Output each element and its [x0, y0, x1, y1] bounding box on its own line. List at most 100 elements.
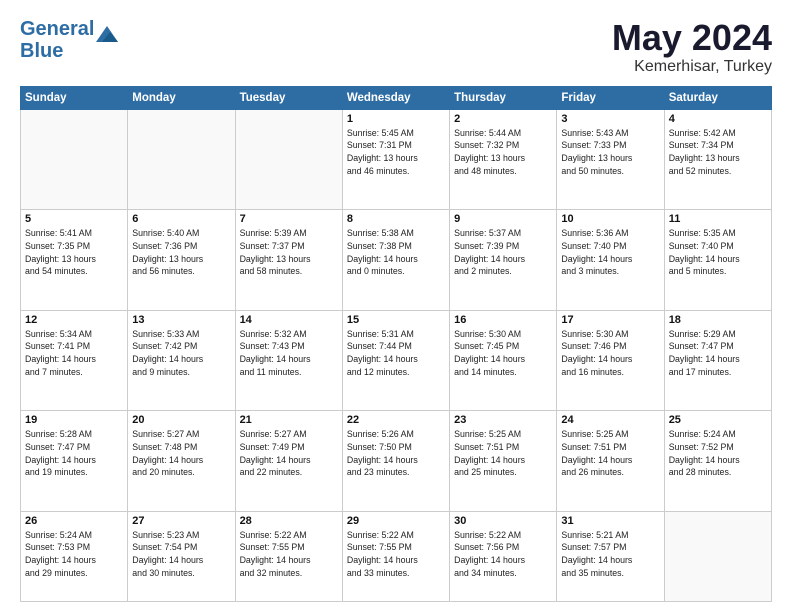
day-cell: 4Sunrise: 5:42 AM Sunset: 7:34 PM Daylig… [664, 109, 771, 209]
day-info: Sunrise: 5:42 AM Sunset: 7:34 PM Dayligh… [669, 127, 767, 178]
day-info: Sunrise: 5:22 AM Sunset: 7:55 PM Dayligh… [240, 529, 338, 580]
week-row-5: 26 Sunrise: 5:24 AM Sunset: 7:53 PM Dayli… [21, 511, 772, 601]
day-info: Sunrise: 5:40 AM Sunset: 7:36 PM Dayligh… [132, 227, 230, 278]
day-cell: 31 Sunrise: 5:21 AM Sunset: 7:57 PM Dayli… [557, 511, 664, 601]
week-row-4: 19Sunrise: 5:28 AM Sunset: 7:47 PM Dayli… [21, 411, 772, 511]
day-number: 25 [669, 414, 767, 426]
month-year: May 2024 [612, 18, 772, 58]
day-info: Sunrise: 5:36 AM Sunset: 7:40 PM Dayligh… [561, 227, 659, 278]
day-info: Sunrise: 5:39 AM Sunset: 7:37 PM Dayligh… [240, 227, 338, 278]
calendar-page: GeneralBlue May 2024 Kemerhisar, Turkey … [0, 0, 792, 612]
day-number: 31 [561, 515, 659, 527]
day-cell: 8 Sunrise: 5:38 AM Sunset: 7:38 PM Daylig… [342, 210, 449, 310]
day-cell: 14 Sunrise: 5:32 AM Sunset: 7:43 PM Dayli… [235, 310, 342, 410]
day-info: Sunrise: 5:25 AM Sunset: 7:51 PM Dayligh… [454, 428, 552, 479]
day-number: 23 [454, 414, 552, 426]
day-cell: 7 Sunrise: 5:39 AM Sunset: 7:37 PM Daylig… [235, 210, 342, 310]
day-cell: 27Sunrise: 5:23 AM Sunset: 7:54 PM Dayli… [128, 511, 235, 601]
day-info: Sunrise: 5:44 AM Sunset: 7:32 PM Dayligh… [454, 127, 552, 178]
day-info: Sunrise: 5:22 AM Sunset: 7:55 PM Dayligh… [347, 529, 445, 580]
col-header-thursday: Thursday [450, 86, 557, 109]
day-cell: 6 Sunrise: 5:40 AM Sunset: 7:36 PM Daylig… [128, 210, 235, 310]
day-cell: 20Sunrise: 5:27 AM Sunset: 7:48 PM Dayli… [128, 411, 235, 511]
title-block: May 2024 Kemerhisar, Turkey [612, 18, 772, 76]
day-number: 5 [25, 213, 123, 225]
col-header-sunday: Sunday [21, 86, 128, 109]
day-cell [664, 511, 771, 601]
day-info: Sunrise: 5:22 AM Sunset: 7:56 PM Dayligh… [454, 529, 552, 580]
day-info: Sunrise: 5:31 AM Sunset: 7:44 PM Dayligh… [347, 328, 445, 379]
day-number: 14 [240, 314, 338, 326]
day-info: Sunrise: 5:25 AM Sunset: 7:51 PM Dayligh… [561, 428, 659, 479]
day-cell [128, 109, 235, 209]
day-cell: 3Sunrise: 5:43 AM Sunset: 7:33 PM Daylig… [557, 109, 664, 209]
day-info: Sunrise: 5:30 AM Sunset: 7:45 PM Dayligh… [454, 328, 552, 379]
day-cell: 2 Sunrise: 5:44 AM Sunset: 7:32 PM Daylig… [450, 109, 557, 209]
day-info: Sunrise: 5:35 AM Sunset: 7:40 PM Dayligh… [669, 227, 767, 278]
logo-icon [96, 24, 118, 46]
header-row: SundayMondayTuesdayWednesdayThursdayFrid… [21, 86, 772, 109]
day-cell: 5 Sunrise: 5:41 AM Sunset: 7:35 PM Daylig… [21, 210, 128, 310]
day-cell: 22Sunrise: 5:26 AM Sunset: 7:50 PM Dayli… [342, 411, 449, 511]
day-info: Sunrise: 5:21 AM Sunset: 7:57 PM Dayligh… [561, 529, 659, 580]
day-number: 17 [561, 314, 659, 326]
day-number: 11 [669, 213, 767, 225]
day-cell: 26 Sunrise: 5:24 AM Sunset: 7:53 PM Dayli… [21, 511, 128, 601]
day-info: Sunrise: 5:37 AM Sunset: 7:39 PM Dayligh… [454, 227, 552, 278]
day-number: 10 [561, 213, 659, 225]
day-info: Sunrise: 5:30 AM Sunset: 7:46 PM Dayligh… [561, 328, 659, 379]
day-number: 13 [132, 314, 230, 326]
day-number: 18 [669, 314, 767, 326]
day-info: Sunrise: 5:34 AM Sunset: 7:41 PM Dayligh… [25, 328, 123, 379]
day-number: 21 [240, 414, 338, 426]
day-number: 2 [454, 113, 552, 125]
col-header-tuesday: Tuesday [235, 86, 342, 109]
day-number: 6 [132, 213, 230, 225]
day-cell: 30 Sunrise: 5:22 AM Sunset: 7:56 PM Dayli… [450, 511, 557, 601]
location: Kemerhisar, Turkey [612, 58, 772, 76]
week-row-1: 1 Sunrise: 5:45 AM Sunset: 7:31 PM Daylig… [21, 109, 772, 209]
logo-text: GeneralBlue [20, 18, 94, 62]
day-number: 28 [240, 515, 338, 527]
col-header-friday: Friday [557, 86, 664, 109]
day-info: Sunrise: 5:41 AM Sunset: 7:35 PM Dayligh… [25, 227, 123, 278]
day-cell: 11 Sunrise: 5:35 AM Sunset: 7:40 PM Dayli… [664, 210, 771, 310]
day-number: 16 [454, 314, 552, 326]
day-number: 1 [347, 113, 445, 125]
day-info: Sunrise: 5:24 AM Sunset: 7:53 PM Dayligh… [25, 529, 123, 580]
day-cell: 15 Sunrise: 5:31 AM Sunset: 7:44 PM Dayli… [342, 310, 449, 410]
day-number: 9 [454, 213, 552, 225]
day-info: Sunrise: 5:38 AM Sunset: 7:38 PM Dayligh… [347, 227, 445, 278]
day-number: 7 [240, 213, 338, 225]
day-info: Sunrise: 5:27 AM Sunset: 7:49 PM Dayligh… [240, 428, 338, 479]
day-number: 12 [25, 314, 123, 326]
col-header-wednesday: Wednesday [342, 86, 449, 109]
day-cell: 25 Sunrise: 5:24 AM Sunset: 7:52 PM Dayli… [664, 411, 771, 511]
day-info: Sunrise: 5:27 AM Sunset: 7:48 PM Dayligh… [132, 428, 230, 479]
day-cell: 24Sunrise: 5:25 AM Sunset: 7:51 PM Dayli… [557, 411, 664, 511]
day-cell: 19Sunrise: 5:28 AM Sunset: 7:47 PM Dayli… [21, 411, 128, 511]
day-info: Sunrise: 5:45 AM Sunset: 7:31 PM Dayligh… [347, 127, 445, 178]
day-number: 15 [347, 314, 445, 326]
day-cell: 21 Sunrise: 5:27 AM Sunset: 7:49 PM Dayli… [235, 411, 342, 511]
day-info: Sunrise: 5:28 AM Sunset: 7:47 PM Dayligh… [25, 428, 123, 479]
day-cell [235, 109, 342, 209]
day-number: 30 [454, 515, 552, 527]
week-row-2: 5 Sunrise: 5:41 AM Sunset: 7:35 PM Daylig… [21, 210, 772, 310]
day-cell: 17 Sunrise: 5:30 AM Sunset: 7:46 PM Dayli… [557, 310, 664, 410]
day-number: 26 [25, 515, 123, 527]
day-cell: 1 Sunrise: 5:45 AM Sunset: 7:31 PM Daylig… [342, 109, 449, 209]
day-cell: 12 Sunrise: 5:34 AM Sunset: 7:41 PM Dayli… [21, 310, 128, 410]
day-info: Sunrise: 5:24 AM Sunset: 7:52 PM Dayligh… [669, 428, 767, 479]
day-cell: 13Sunrise: 5:33 AM Sunset: 7:42 PM Dayli… [128, 310, 235, 410]
col-header-saturday: Saturday [664, 86, 771, 109]
day-number: 8 [347, 213, 445, 225]
day-info: Sunrise: 5:43 AM Sunset: 7:33 PM Dayligh… [561, 127, 659, 178]
col-header-monday: Monday [128, 86, 235, 109]
day-info: Sunrise: 5:23 AM Sunset: 7:54 PM Dayligh… [132, 529, 230, 580]
day-info: Sunrise: 5:32 AM Sunset: 7:43 PM Dayligh… [240, 328, 338, 379]
day-cell: 29Sunrise: 5:22 AM Sunset: 7:55 PM Dayli… [342, 511, 449, 601]
day-cell: 9 Sunrise: 5:37 AM Sunset: 7:39 PM Daylig… [450, 210, 557, 310]
day-cell: 18Sunrise: 5:29 AM Sunset: 7:47 PM Dayli… [664, 310, 771, 410]
week-row-3: 12 Sunrise: 5:34 AM Sunset: 7:41 PM Dayli… [21, 310, 772, 410]
